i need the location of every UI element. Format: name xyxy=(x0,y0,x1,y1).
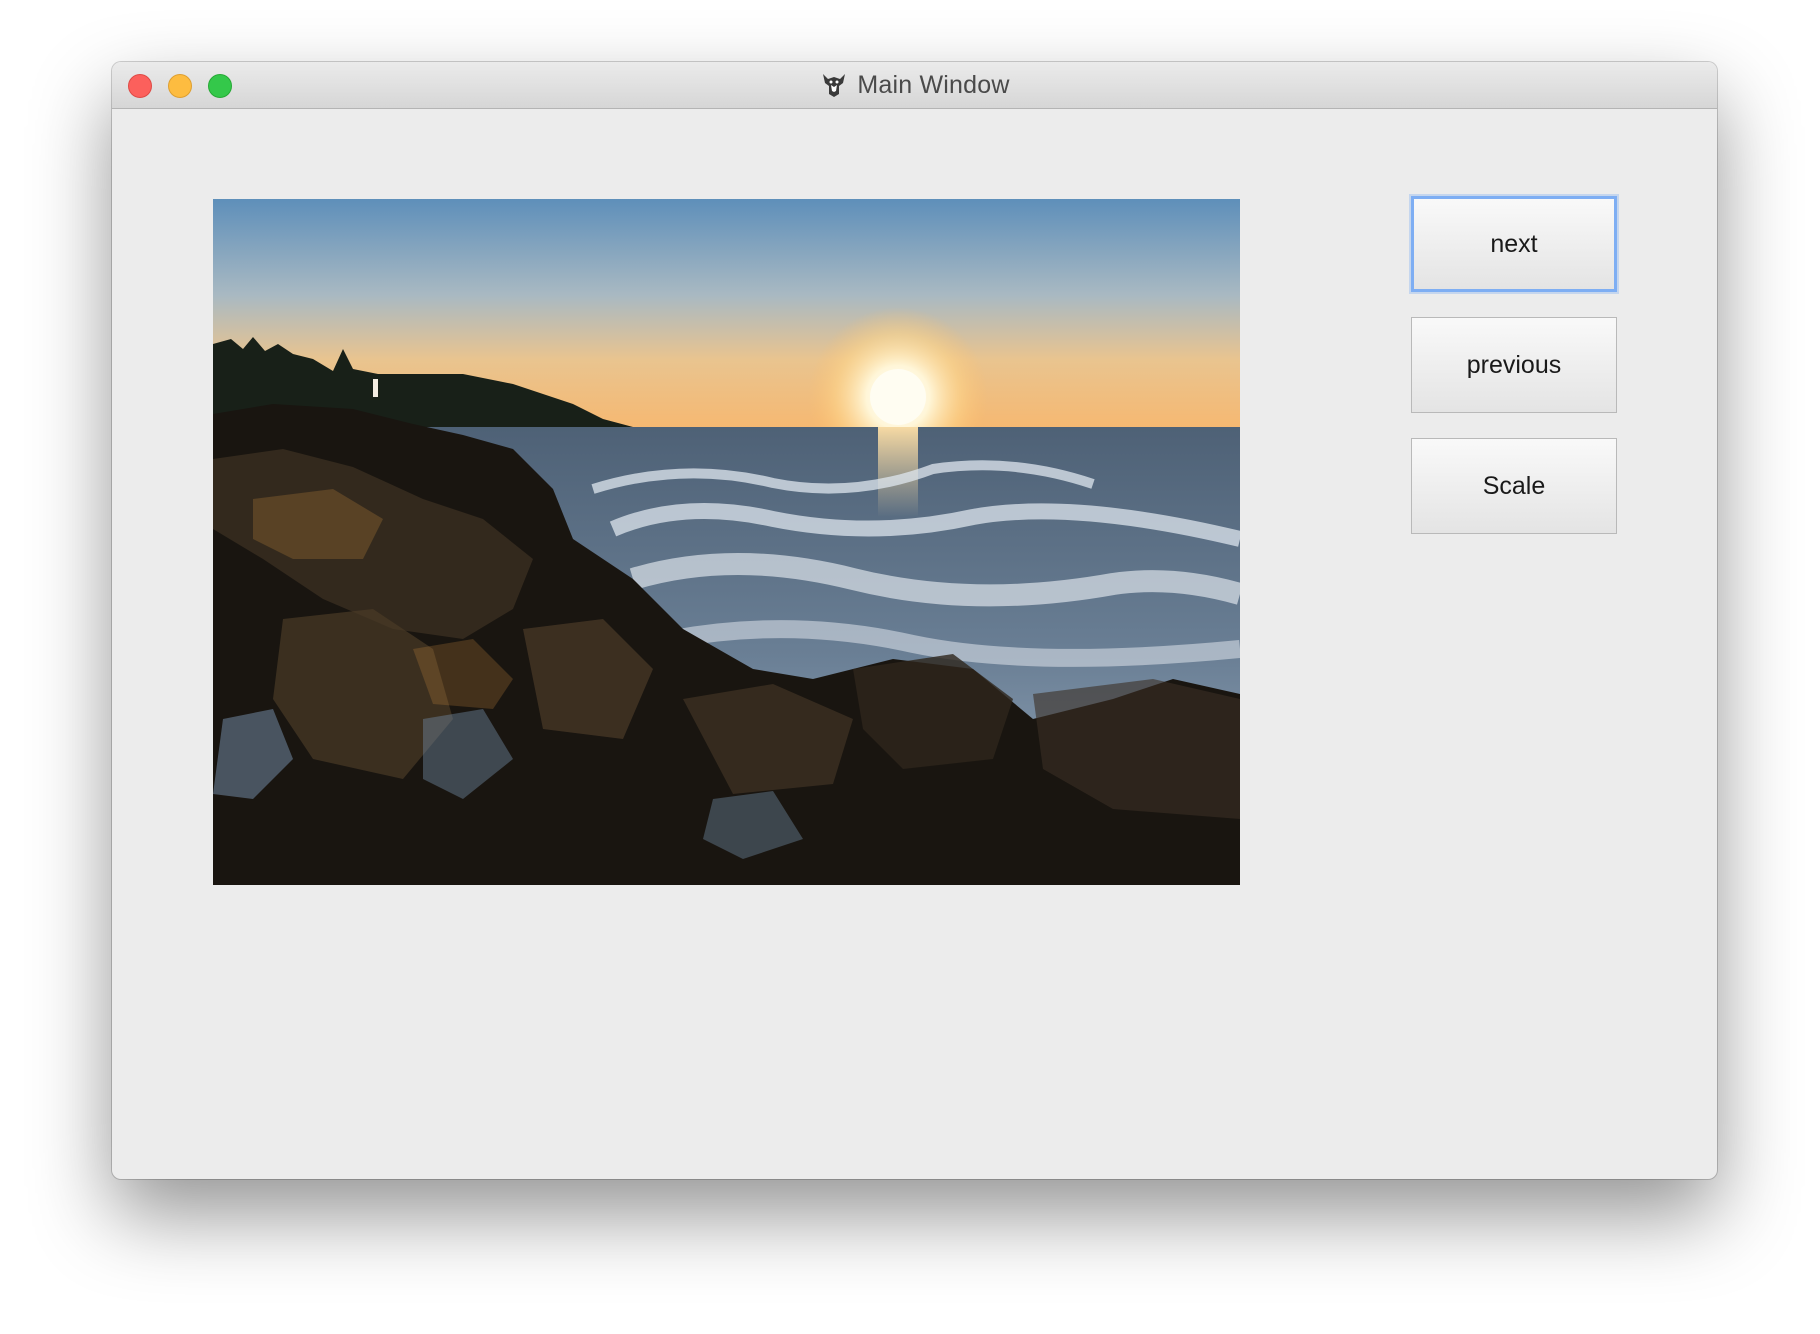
main-window: Main Window next previous Scale xyxy=(112,62,1717,1179)
title-bar[interactable]: Main Window xyxy=(112,62,1717,109)
window-title: Main Window xyxy=(857,70,1010,99)
next-button[interactable]: next xyxy=(1411,196,1617,292)
scale-button[interactable]: Scale xyxy=(1411,438,1617,534)
scale-button-label: Scale xyxy=(1482,471,1546,500)
previous-button[interactable]: previous xyxy=(1411,317,1617,413)
previous-button-label: previous xyxy=(1466,350,1562,379)
next-button-label: next xyxy=(1490,229,1538,258)
image-display xyxy=(213,199,1240,885)
fox-icon xyxy=(823,74,846,97)
window-title-group: Main Window xyxy=(112,62,1717,108)
